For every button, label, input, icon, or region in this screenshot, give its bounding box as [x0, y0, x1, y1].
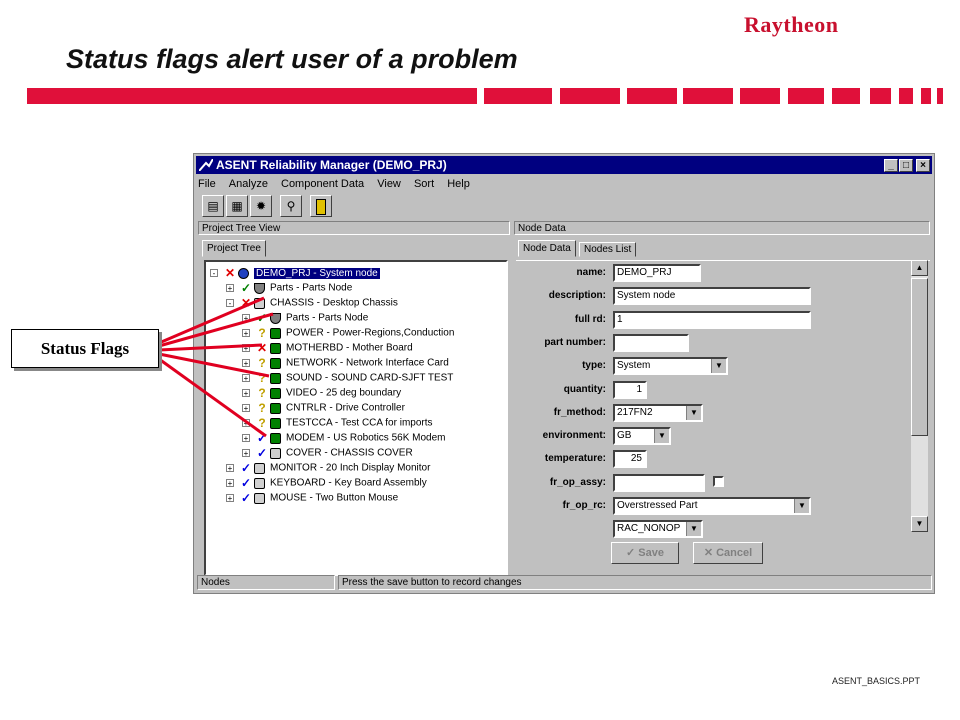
callout-line	[158, 357, 267, 438]
footer-filename: ASENT_BASICS.PPT	[832, 676, 921, 686]
status-flags-callout: Status Flags	[11, 329, 159, 368]
callout-line	[158, 343, 263, 352]
